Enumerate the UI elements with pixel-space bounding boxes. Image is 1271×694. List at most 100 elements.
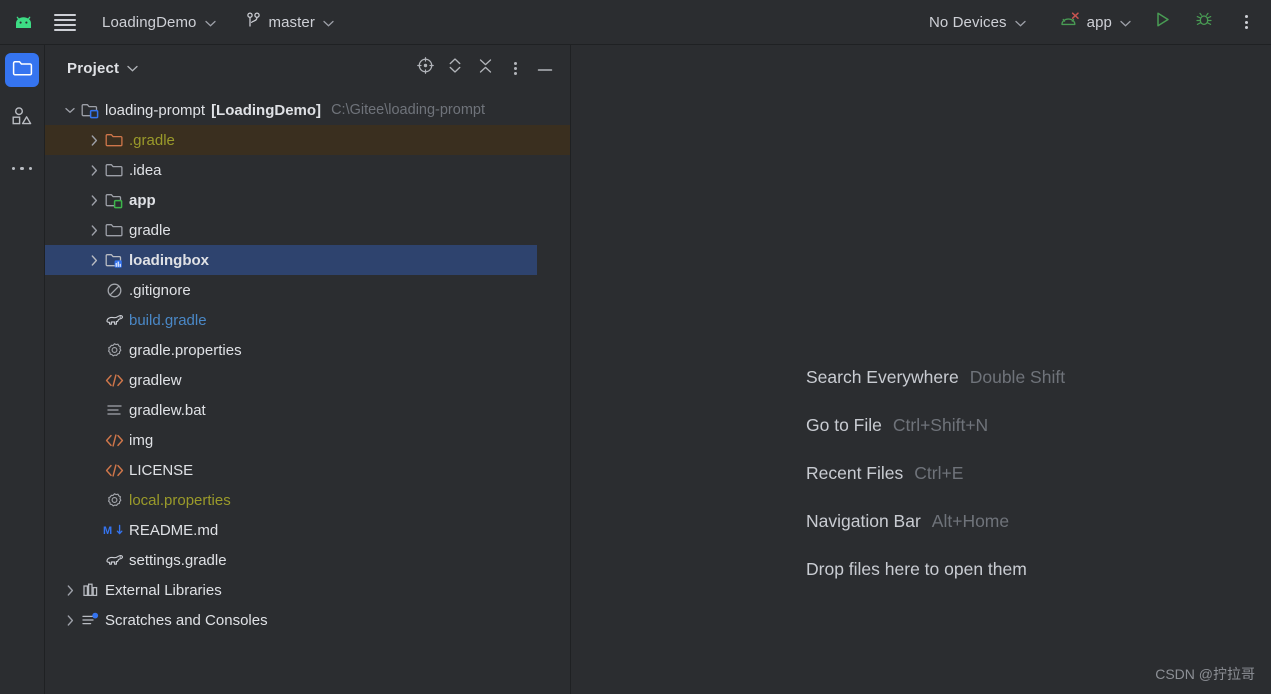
tree-item-label: gradlew.bat	[129, 401, 206, 419]
git-branch-button[interactable]: master	[240, 7, 340, 37]
chevron-down-icon	[323, 14, 334, 31]
more-vertical-icon	[1244, 13, 1248, 32]
expand-collapse-button[interactable]	[440, 53, 470, 83]
tree-item-label: .idea	[129, 161, 162, 179]
tree-item-label: gradle.properties	[129, 341, 242, 359]
hint-shortcut-label: Double Shift	[969, 366, 1066, 387]
tree-row-license[interactable]: LICENSE	[45, 455, 570, 485]
hint-action-label: Navigation Bar	[806, 510, 921, 531]
tree-row-gradlew[interactable]: gradlew	[45, 365, 570, 395]
more-actions-button[interactable]	[1229, 5, 1263, 39]
tree-row-gradle-wrapper-dir[interactable]: gradle	[45, 215, 570, 245]
tree-row-root[interactable]: loading-prompt [LoadingDemo] C:\Gitee\lo…	[45, 95, 570, 125]
branch-name-label: master	[268, 13, 315, 31]
tree-row-loadingbox-module[interactable]: loadingbox	[45, 245, 537, 275]
text-file-icon	[103, 403, 125, 417]
tree-row-gitignore[interactable]: .gitignore	[45, 275, 570, 305]
watermark-label: CSDN @拧拉哥	[1155, 666, 1255, 682]
collapse-all-button[interactable]	[470, 53, 500, 83]
chevron-down-icon	[1015, 14, 1026, 31]
tree-row-idea-dir[interactable]: .idea	[45, 155, 570, 185]
chevron-down-icon[interactable]	[127, 59, 138, 77]
sidebar-item-resource-manager[interactable]	[5, 101, 39, 135]
folder-icon	[103, 222, 125, 239]
chevron-right-icon[interactable]	[85, 254, 103, 266]
minimize-dash-icon	[537, 59, 553, 77]
gradle-elephant-icon	[103, 553, 125, 568]
main-toolbar: LoadingDemo master No Devices app	[0, 0, 1271, 45]
tree-row-gradlew-bat[interactable]: gradlew.bat	[45, 395, 570, 425]
project-name-label: LoadingDemo	[102, 13, 197, 31]
markdown-icon: M	[103, 523, 125, 537]
tree-row-readme[interactable]: M README.md	[45, 515, 570, 545]
select-opened-file-button[interactable]	[410, 53, 440, 83]
tree-row-external-libraries[interactable]: External Libraries	[45, 575, 570, 605]
chevron-right-icon[interactable]	[85, 164, 103, 176]
tree-item-label: gradle	[129, 221, 171, 239]
editor-shortcut-hints: Search Everywhere Double Shift Go to Fil…	[806, 353, 1065, 593]
chevron-down-icon[interactable]	[61, 107, 79, 114]
tree-row-gradle-dir[interactable]: .gradle	[45, 125, 570, 155]
sidebar-item-more[interactable]	[5, 149, 39, 183]
android-studio-window: LoadingDemo master No Devices app Projec…	[0, 0, 1271, 694]
tree-item-label: Scratches and Consoles	[105, 611, 268, 629]
chevron-right-icon[interactable]	[85, 224, 103, 236]
chevron-down-icon	[1120, 14, 1131, 31]
sidebar-item-project[interactable]	[5, 53, 39, 87]
project-tree: loading-prompt [LoadingDemo] C:\Gitee\lo…	[45, 91, 570, 635]
tree-row-gradle-properties[interactable]: gradle.properties	[45, 335, 570, 365]
tree-row-settings-gradle[interactable]: settings.gradle	[45, 545, 570, 575]
chevron-right-icon[interactable]	[61, 614, 79, 626]
chevron-up-down-icon	[448, 57, 462, 79]
tree-item-label: LICENSE	[129, 461, 194, 479]
chevron-down-icon	[204, 14, 216, 31]
hint-action-label: Drop files here to open them	[806, 558, 1027, 579]
chevron-right-icon[interactable]	[85, 134, 103, 146]
hide-panel-button[interactable]	[530, 53, 560, 83]
gitignore-circle-slash-icon	[103, 282, 125, 299]
tree-item-label: loadingbox	[129, 251, 209, 269]
root-module-name: [LoadingDemo]	[211, 101, 322, 119]
hint-search-everywhere[interactable]: Search Everywhere Double Shift	[806, 353, 1065, 401]
tree-row-img[interactable]: img	[45, 425, 570, 455]
hint-action-label: Search Everywhere	[806, 366, 959, 387]
hint-shortcut-label: Ctrl+Shift+N	[892, 414, 989, 435]
gradle-elephant-icon	[103, 313, 125, 328]
hint-navigation-bar[interactable]: Navigation Bar Alt+Home	[806, 497, 1065, 545]
android-logo-icon[interactable]	[10, 7, 36, 37]
git-branch-icon	[246, 12, 261, 32]
tree-item-label: README.md	[129, 521, 219, 539]
hint-recent-files[interactable]: Recent Files Ctrl+E	[806, 449, 1065, 497]
tree-row-scratches-and-consoles[interactable]: Scratches and Consoles	[45, 605, 570, 635]
code-tag-icon	[103, 433, 125, 448]
debug-button[interactable]	[1187, 5, 1221, 39]
folder-icon	[12, 59, 33, 82]
hint-action-label: Go to File	[806, 414, 882, 435]
libraries-icon	[79, 582, 101, 598]
hamburger-menu-icon[interactable]	[48, 7, 82, 37]
tree-row-build-gradle[interactable]: build.gradle	[45, 305, 570, 335]
hint-go-to-file[interactable]: Go to File Ctrl+Shift+N	[806, 401, 1065, 449]
project-selector-button[interactable]: LoadingDemo	[96, 7, 222, 37]
hint-shortcut-label: Ctrl+E	[914, 462, 964, 483]
tree-item-label: gradlew	[129, 371, 182, 389]
module-folder-blue-icon	[79, 102, 101, 119]
editor-empty-state: Search Everywhere Double Shift Go to Fil…	[572, 45, 1271, 694]
panel-title: Project	[67, 59, 120, 77]
run-configuration-label: app	[1086, 13, 1112, 31]
tree-row-local-properties[interactable]: local.properties	[45, 485, 570, 515]
run-button[interactable]	[1145, 5, 1179, 39]
tree-row-app-module[interactable]: app	[45, 185, 570, 215]
panel-options-button[interactable]	[500, 53, 530, 83]
shapes-icon	[11, 106, 33, 131]
tree-item-label: settings.gradle	[129, 551, 227, 569]
run-configuration-button[interactable]: app	[1054, 7, 1137, 37]
chevron-right-icon[interactable]	[61, 584, 79, 596]
device-selector-button[interactable]: No Devices	[923, 7, 1032, 37]
collapse-all-x-icon	[478, 58, 493, 79]
tree-item-label: app	[129, 191, 156, 209]
tree-item-label: img	[129, 431, 154, 449]
chevron-right-icon[interactable]	[85, 194, 103, 206]
properties-gear-icon	[103, 342, 125, 359]
properties-gear-icon	[103, 492, 125, 509]
